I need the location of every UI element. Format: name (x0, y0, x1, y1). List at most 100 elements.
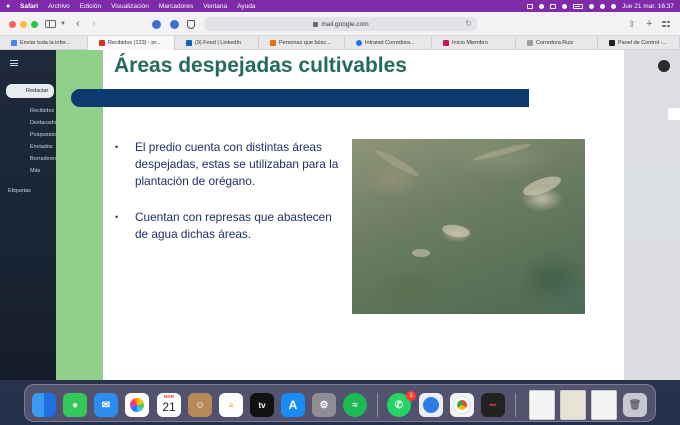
apple-tv-icon[interactable]: tv (250, 393, 274, 417)
gmail-nav-item[interactable]: Recibidos (30, 108, 54, 114)
spotify-icon[interactable]: ≈ (343, 393, 367, 417)
calendar-icon[interactable]: MAR 21 (157, 393, 181, 417)
gmail-nav-item[interactable]: Pospuestos (30, 132, 59, 138)
safari-icon[interactable] (419, 393, 443, 417)
photos-icon[interactable] (125, 393, 149, 417)
new-tab-icon[interactable]: + (646, 18, 652, 30)
tab-overview-icon[interactable] (662, 20, 670, 28)
dock-area: ● ✉ MAR 21 ☺ ≡ tv A ⚙ ≈ ✆ 1 ∼ 🗑 (0, 380, 680, 425)
menu-visualizacion[interactable]: Visualización (111, 3, 149, 10)
extension-icon[interactable] (170, 20, 179, 29)
tab-panel-control[interactable]: Panel de Control -... (598, 36, 680, 50)
site-favicon-icon (443, 40, 449, 46)
tab-inicio-miembro[interactable]: Inicio Miembro (432, 36, 516, 50)
dock: ● ✉ MAR 21 ☺ ≡ tv A ⚙ ≈ ✆ 1 ∼ 🗑 (24, 384, 656, 422)
address-bar[interactable]: mail.google.com ↻ (205, 17, 477, 31)
tab-corredora-ruiz[interactable]: Corredora Ruiz (516, 36, 598, 50)
wifi-icon[interactable] (588, 3, 594, 9)
slide-bullet: • Cuentan con represas que abastecen de … (113, 209, 343, 243)
menu-ventana[interactable]: Ventana (203, 3, 227, 10)
slide-preview: Áreas despejadas cultivables • El predio… (56, 50, 624, 380)
reload-icon[interactable]: ↻ (465, 19, 472, 28)
chrome-icon[interactable] (450, 393, 474, 417)
app-store-icon[interactable]: A (281, 393, 305, 417)
mail-icon[interactable]: ✉ (94, 393, 118, 417)
dock-separator (377, 393, 378, 417)
calendar-month: MAR (163, 394, 175, 399)
trash-icon[interactable]: 🗑 (623, 393, 647, 417)
finder-icon[interactable] (32, 393, 56, 417)
tab-label: Corredora Ruiz (536, 40, 574, 46)
gmail-nav-item[interactable]: Destacados (30, 120, 59, 126)
whatsapp-badge: 1 (406, 391, 416, 401)
spotlight-icon[interactable] (599, 3, 605, 9)
recent-document-thumbnail[interactable] (591, 390, 617, 420)
menu-clock[interactable]: Jue 21 mar. 16:37 (622, 3, 674, 10)
menu-archivo[interactable]: Archivo (48, 3, 70, 10)
site-favicon-icon (527, 40, 533, 46)
privacy-shield-icon[interactable] (187, 20, 195, 29)
site-favicon-icon (609, 40, 615, 46)
bluetooth-icon[interactable] (561, 3, 567, 9)
fullscreen-window-icon[interactable] (31, 21, 38, 28)
recent-document-thumbnail[interactable] (560, 390, 586, 420)
sidebar-toggle-icon[interactable] (45, 20, 56, 28)
slide-bullet: • El predio cuenta con distintas áreas d… (113, 139, 343, 189)
side-panel-tab[interactable] (668, 108, 680, 120)
back-arrow-icon[interactable]: ‹ (76, 18, 80, 30)
battery-icon[interactable] (572, 3, 583, 9)
slide-bullet-list: • El predio cuenta con distintas áreas d… (113, 139, 343, 263)
close-window-icon[interactable] (9, 21, 16, 28)
system-settings-icon[interactable]: ⚙ (312, 393, 336, 417)
recent-document-thumbnail[interactable] (529, 390, 555, 420)
avatar[interactable] (658, 60, 670, 72)
tab-label: Intranet Corredora... (365, 40, 415, 46)
bullet-text: Cuentan con represas que abastecen de ag… (135, 210, 332, 242)
compose-label: Redactar (26, 88, 49, 94)
gmail-favicon-icon (99, 40, 105, 46)
tab-personas[interactable]: Personas que búsc... (259, 36, 345, 50)
control-center-icon[interactable] (610, 3, 616, 9)
tab-label: Inicio Miembro (452, 40, 488, 46)
tab-enviar[interactable]: Enviar toda la infor... (0, 36, 88, 50)
messages-icon[interactable]: ● (63, 393, 87, 417)
voice-memos-icon[interactable]: ∼ (481, 393, 505, 417)
tab-bar: Enviar toda la infor... Recibidos (123) … (0, 36, 680, 50)
menu-marcadores[interactable]: Marcadores (159, 3, 193, 10)
tab-label: Enviar toda la infor... (20, 40, 71, 46)
extension-icon[interactable] (152, 20, 161, 29)
gmail-labels-header: Etiquetas (8, 188, 31, 194)
share-icon[interactable]: ⇧ (628, 19, 636, 29)
bullet-mark: • (115, 142, 119, 152)
title-rule (71, 89, 529, 107)
menu-edicion[interactable]: Edición (80, 3, 101, 10)
address-bar-url[interactable]: mail.google.com (321, 21, 368, 28)
bullet-text: El predio cuenta con distintas áreas des… (135, 140, 339, 188)
site-favicon-icon (356, 40, 362, 46)
tab-recibidos[interactable]: Recibidos (123) - pr... (88, 36, 175, 50)
window-controls (9, 21, 38, 28)
gmail-nav-item[interactable]: Borradores (30, 156, 57, 162)
gmail-nav-item[interactable]: Enviados (30, 144, 53, 150)
apple-logo-icon[interactable]: ● (6, 3, 12, 10)
menu-ayuda[interactable]: Ayuda (237, 3, 255, 10)
calendar-day: 21 (162, 400, 176, 414)
minimize-window-icon[interactable] (20, 21, 27, 28)
gmail-nav-item[interactable]: Más (30, 168, 40, 174)
menu-app-name[interactable]: Safari (20, 3, 38, 10)
contacts-icon[interactable]: ☺ (188, 393, 212, 417)
screen-mirroring-icon[interactable] (526, 3, 533, 9)
tab-linkedin[interactable]: (9) Feed | LinkedIn (175, 36, 259, 50)
forward-arrow-icon[interactable]: › (92, 18, 96, 30)
page-content: Redactar Recibidos Destacados Pospuestos… (0, 50, 680, 380)
hamburger-menu-icon[interactable] (10, 60, 18, 66)
gmail-side-panel (624, 50, 680, 380)
keyboard-icon[interactable] (549, 3, 556, 9)
tab-intranet[interactable]: Intranet Corredora... (345, 36, 432, 50)
compose-button[interactable]: Redactar (6, 84, 54, 98)
site-favicon-icon (270, 40, 276, 46)
chevron-down-icon[interactable]: ▼ (60, 19, 66, 29)
focus-icon[interactable] (538, 3, 544, 9)
reminders-icon[interactable]: ≡ (219, 393, 243, 417)
dock-separator (515, 393, 516, 417)
